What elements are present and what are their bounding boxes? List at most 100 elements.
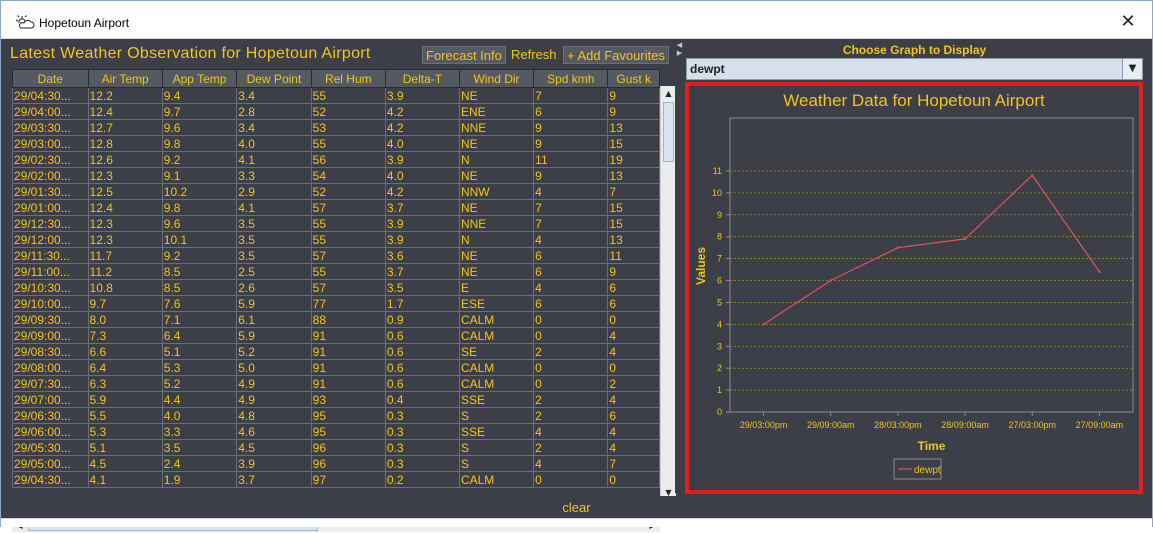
table-row[interactable]: 29/07:30... 6.3 5.2 4.9 91 0.6 CALM 0 2 [12,375,660,392]
table-cell: 12.3 [87,167,163,184]
table-cell: 52 [310,183,386,200]
table-cell: 11 [607,247,660,264]
table-row[interactable]: 29/05:30... 5.1 3.5 4.5 96 0.3 S 2 4 [12,439,660,456]
table-cell: 6.6 [87,343,163,360]
table-cell: 2 [533,343,609,360]
graph-select[interactable]: dewpt ▼ [686,58,1143,80]
table-row[interactable]: 29/02:30... 12.6 9.2 4.1 56 3.9 N 11 19 [12,151,660,168]
column-header[interactable]: Spd kmh [533,69,609,88]
forecast-info-button[interactable]: Forecast Info [422,46,506,64]
table-row[interactable]: 29/11:30... 11.7 9.2 3.5 57 3.6 NE 6 11 [12,247,660,264]
column-header[interactable]: Date [12,69,89,88]
table-row[interactable]: 29/06:00... 5.3 3.3 4.6 95 0.3 SSE 4 4 [12,423,660,440]
y-tick-label: 3 [717,341,722,351]
table-row[interactable]: 29/06:30... 5.5 4.0 4.8 95 0.3 S 2 6 [12,407,660,424]
table-row[interactable]: 29/02:00... 12.3 9.1 3.3 54 4.0 NE 9 13 [12,167,660,184]
table-cell: 3.5 [236,215,312,232]
table-row[interactable]: 29/12:30... 12.3 9.6 3.5 55 3.9 NNE 7 15 [12,215,660,232]
table-row[interactable]: 29/05:00... 4.5 2.4 3.9 96 0.3 S 4 7 [12,455,660,472]
add-favourites-button[interactable]: + Add Favourites [563,46,669,64]
table-row[interactable]: 29/10:00... 9.7 7.6 5.9 77 1.7 ESE 6 6 [12,295,660,312]
table-row[interactable]: 29/04:30... 12.2 9.4 3.4 55 3.9 NE 7 9 [12,87,660,104]
table-cell: 15 [607,215,660,232]
table-cell: 4 [607,327,660,344]
column-header[interactable]: Rel Hum [310,69,386,88]
chevron-down-icon[interactable]: ▼ [1122,59,1142,79]
table-cell: 3.5 [236,247,312,264]
table-cell: 4 [607,391,660,408]
y-tick-label: 7 [717,254,722,264]
table-cell: 9 [607,87,660,104]
column-header[interactable]: App Temp [161,69,238,88]
scroll-up-icon[interactable]: ▲ [661,86,676,101]
column-header[interactable]: Gust k [607,69,660,88]
vertical-scrollbar[interactable]: ▲ ▼ [660,86,676,500]
table-cell: 29/04:30... [12,87,89,104]
table-row[interactable]: 29/04:00... 12.4 9.7 2.8 52 4.2 ENE 6 9 [12,103,660,120]
clear-button[interactable]: clear [1,500,1152,515]
refresh-button[interactable]: Refresh [508,46,560,64]
table-row[interactable]: 29/09:00... 7.3 6.4 5.9 91 0.6 CALM 0 4 [12,327,660,344]
table-cell: NE [458,167,535,184]
table-row[interactable]: 29/11:00... 11.2 8.5 2.5 55 3.7 NE 6 9 [12,263,660,280]
table-cell: 29/06:00... [12,423,89,440]
table-cell: 4 [533,455,609,472]
table-cell: 29/03:30... [12,119,89,136]
table-row[interactable]: 29/04:30... 4.1 1.9 3.7 97 0.2 CALM 0 0 [12,471,660,488]
column-header[interactable]: Air Temp [87,69,163,88]
table-cell: 3.7 [236,471,312,488]
column-header[interactable]: Delta-T [384,69,460,88]
table-row[interactable]: 29/12:00... 12.3 10.1 3.5 55 3.9 N 4 13 [12,231,660,248]
table-row[interactable]: 29/03:00... 12.8 9.8 4.0 55 4.0 NE 9 15 [12,135,660,152]
table-cell: 6.1 [236,311,312,328]
column-header[interactable]: Wind Dir [458,69,535,88]
table-cell: 29/09:30... [12,311,89,328]
table-cell: 88 [310,311,386,328]
table-cell: 2 [533,407,609,424]
table-cell: 5.2 [236,343,312,360]
table-cell: 29/01:30... [12,183,89,200]
table-row[interactable]: 29/08:00... 6.4 5.3 5.0 91 0.6 CALM 0 0 [12,359,660,376]
table-cell: 13 [607,167,660,184]
x-axis-label: Time [918,439,946,453]
table-cell: 4 [607,343,660,360]
table-row[interactable]: 29/01:30... 12.5 10.2 2.9 52 4.2 NNW 4 7 [12,183,660,200]
table-cell: 55 [310,263,386,280]
close-icon[interactable]: ✕ [1114,9,1142,35]
y-tick-label: 11 [713,166,722,176]
table-row[interactable]: 29/07:00... 5.9 4.4 4.9 93 0.4 SSE 2 4 [12,391,660,408]
table-row[interactable]: 29/10:30... 10.8 8.5 2.6 57 3.5 E 4 6 [12,279,660,296]
table-cell: 6 [533,247,609,264]
table-row[interactable]: 29/08:30... 6.6 5.1 5.2 91 0.6 SE 2 4 [12,343,660,360]
table-cell: 0.6 [384,359,460,376]
table-cell: 4.0 [384,135,460,152]
vertical-scroll-thumb[interactable] [663,102,674,162]
app-window: Hopetoun Airport ✕ Latest Weather Observ… [0,0,1153,532]
y-tick-label: 2 [717,363,722,373]
table-cell: 4.2 [384,183,460,200]
table-cell: 0 [533,311,609,328]
y-tick-label: 0 [717,407,722,417]
data-point [896,246,900,249]
data-point [963,237,967,241]
split-pane-divider[interactable]: ◀ ▶ [675,41,684,493]
table-cell: 3.5 [161,439,238,456]
table-cell: 3.3 [161,423,238,440]
table-row[interactable]: 29/03:30... 12.7 9.6 3.4 53 4.2 NNE 9 13 [12,119,660,136]
table-cell: NE [458,247,535,264]
table-cell: 4.0 [161,407,238,424]
table-cell: 29/10:30... [12,279,89,296]
table-cell: 10.2 [161,183,238,200]
table-row[interactable]: 29/01:00... 12.4 9.8 4.1 57 3.7 NE 7 15 [12,199,660,216]
table-cell: 12.7 [87,119,163,136]
collapse-left-icon[interactable]: ◀ [675,41,684,49]
column-header[interactable]: Dew Point [236,69,312,88]
observation-table: Date Air Temp App Temp Dew Point Rel Hum Delt… [12,69,660,503]
table-cell: 0 [533,327,609,344]
table-row[interactable]: 29/09:30... 8.0 7.1 6.1 88 0.9 CALM 0 0 [12,311,660,328]
table-cell: 0.2 [384,471,460,488]
collapse-right-icon[interactable]: ▶ [675,49,684,57]
table-cell: 7 [533,215,609,232]
table-cell: 29/07:00... [12,391,89,408]
table-cell: NNE [458,119,535,136]
